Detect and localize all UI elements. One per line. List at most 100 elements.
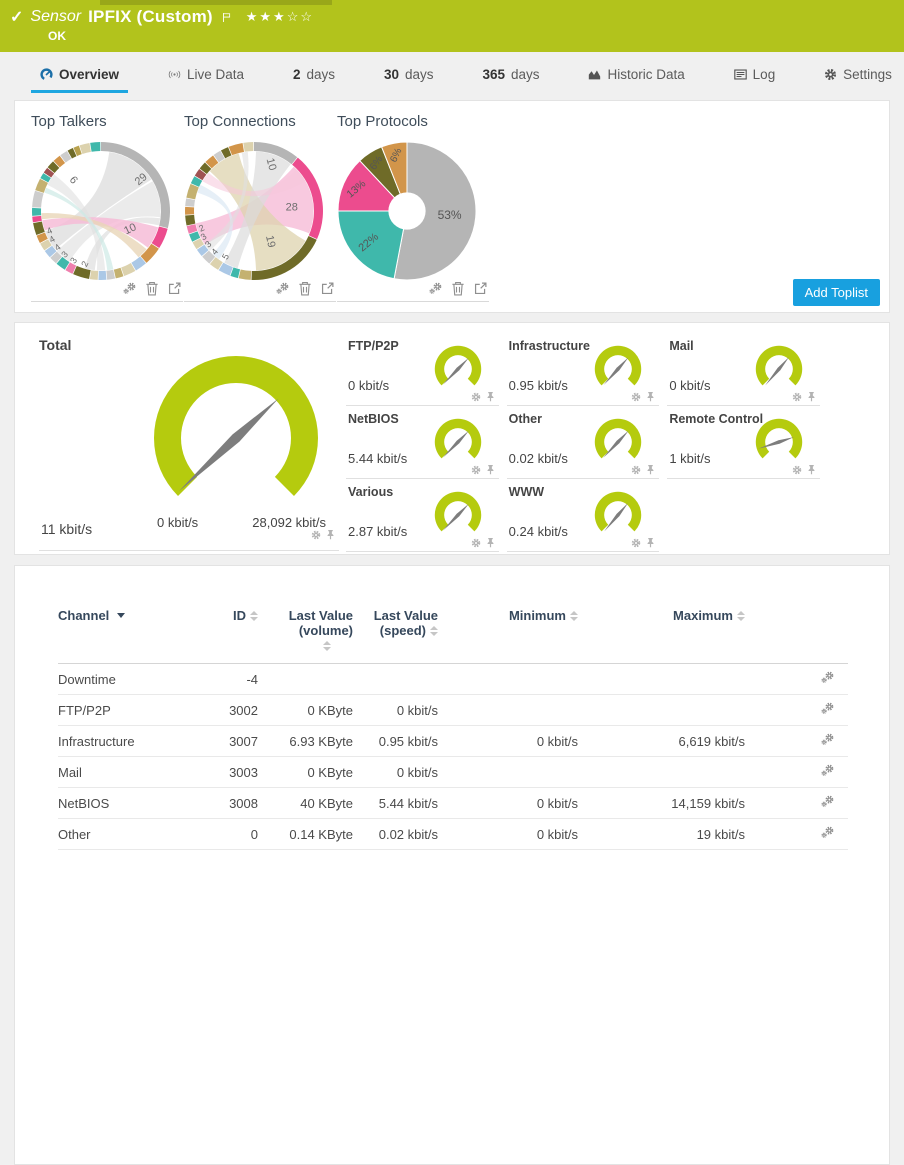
gear-icon[interactable]: [792, 392, 802, 402]
sensor-kind-label: Sensor: [30, 8, 82, 25]
pin-icon[interactable]: [646, 537, 655, 548]
tab-number: 30: [383, 66, 399, 82]
pin-icon[interactable]: [807, 391, 816, 402]
gauge-value: 0.95 kbit/s: [508, 378, 568, 393]
tab-historic-data[interactable]: Historic Data: [588, 52, 685, 96]
channel-gauge: [595, 418, 642, 459]
priority-stars[interactable]: ★★★☆☆: [246, 9, 314, 25]
gauge-scale-min: 0 kbit/s: [157, 515, 199, 530]
gauges-card: Total 0 kbit/s 28,092 kbit/s 11 kbit/s F…: [14, 322, 890, 555]
pin-icon[interactable]: [486, 537, 495, 548]
external-link-icon[interactable]: [168, 282, 181, 295]
column-header-channel[interactable]: Channel: [58, 606, 208, 664]
top-protocols-donut-chart[interactable]: 53%22%13%6% 6%: [337, 141, 477, 281]
toplist-panel-top-talkers: Top Talkers 29 6 10 2 3 3 4 4 4: [31, 113, 183, 302]
toplists-card: Top Talkers 29 6 10 2 3 3 4 4 4 Top Connections …: [14, 100, 890, 313]
historic-chart-icon: [588, 68, 601, 81]
gear-icon[interactable]: [631, 538, 641, 548]
pin-icon[interactable]: [646, 391, 655, 402]
trash-icon[interactable]: [451, 281, 465, 296]
column-header-minimum[interactable]: Minimum: [438, 606, 578, 664]
tab-overview[interactable]: Overview: [30, 52, 129, 96]
gauge-cell-ftp-p2p: FTP/P2P 0 kbit/s: [346, 333, 499, 406]
column-header-id[interactable]: ID: [208, 606, 258, 664]
gauge-title: Mail: [669, 339, 694, 353]
gauge-icon: [40, 68, 53, 81]
table-row-infrastructure[interactable]: Infrastructure 3007 6.93 KByte 0.95 kbit/s…: [58, 725, 848, 757]
gear-icon[interactable]: [471, 465, 481, 475]
table-row-netbios[interactable]: NetBIOS 3008 40 KByte 5.44 kbit/s 0 kbit/s…: [58, 787, 848, 819]
external-link-icon[interactable]: [321, 282, 334, 295]
svg-text:6: 6: [67, 174, 80, 186]
pin-icon[interactable]: [326, 529, 335, 540]
trash-icon[interactable]: [298, 281, 312, 296]
toplist-settings-icon[interactable]: [123, 282, 136, 295]
svg-text:53%: 53%: [438, 208, 462, 222]
channel-settings-icon[interactable]: [821, 795, 834, 808]
tab-label: Live Data: [186, 66, 245, 82]
channel-gauge: [755, 345, 803, 386]
top-connections-chord-chart[interactable]: 10281954332: [184, 141, 324, 281]
topbar-strip: [100, 0, 332, 5]
gear-icon[interactable]: [311, 530, 321, 540]
tab-label: days: [306, 66, 336, 82]
gauge-value: 0 kbit/s: [669, 378, 711, 393]
channel-gauge: [434, 418, 481, 459]
channel-settings-icon[interactable]: [821, 826, 834, 839]
tab-365-days[interactable]: 365 days: [482, 52, 539, 96]
tab-live-data[interactable]: Live Data: [168, 52, 244, 96]
channel-gauge: [755, 418, 803, 459]
gauge-cell-other: Other 0.02 kbit/s: [506, 406, 660, 479]
total-gauge-value: 11 kbit/s: [41, 521, 93, 537]
channel-gauge: [434, 491, 481, 532]
toplist-settings-icon[interactable]: [429, 282, 442, 295]
toplist-panel-top-protocols: Top Protocols 53% 22% 13% 6% 6%: [337, 113, 489, 302]
top-talkers-chord-chart[interactable]: 29610233444: [31, 141, 171, 281]
gauge-value: 0.24 kbit/s: [508, 524, 568, 539]
gear-icon[interactable]: [471, 538, 481, 548]
gear-icon[interactable]: [631, 465, 641, 475]
toplist-settings-icon[interactable]: [276, 282, 289, 295]
pin-icon[interactable]: [807, 464, 816, 475]
gear-icon[interactable]: [471, 392, 481, 402]
column-header-maximum[interactable]: Maximum: [578, 606, 745, 664]
table-row-ftp-p2p[interactable]: FTP/P2P 3002 0 KByte 0 kbit/s: [58, 694, 848, 726]
external-link-icon[interactable]: [474, 282, 487, 295]
gauge-cell-netbios: NetBIOS 5.44 kbit/s: [346, 406, 499, 479]
tab-log[interactable]: Log: [734, 52, 775, 96]
tab-2-days[interactable]: 2 days: [293, 52, 335, 96]
table-row-downtime[interactable]: Downtime -4: [58, 663, 848, 695]
tab-label: Settings: [843, 66, 892, 82]
tab-label: days: [510, 66, 540, 82]
svg-text:28: 28: [286, 202, 298, 214]
pin-icon[interactable]: [646, 464, 655, 475]
pin-icon[interactable]: [486, 464, 495, 475]
gear-icon[interactable]: [792, 465, 802, 475]
gauge-title: Infrastructure: [508, 339, 590, 353]
tab-settings[interactable]: Settings: [824, 52, 892, 96]
tab-number: 2: [292, 66, 301, 82]
channel-settings-icon[interactable]: [821, 671, 834, 684]
sort-arrows-icon: [737, 610, 745, 621]
sort-arrows-icon: [323, 641, 331, 651]
toplist-title: Top Talkers: [31, 113, 107, 130]
channel-settings-icon[interactable]: [821, 702, 834, 715]
channel-settings-icon[interactable]: [821, 733, 834, 746]
tab-30-days[interactable]: 30 days: [384, 52, 434, 96]
column-header-actions: [745, 606, 848, 664]
gear-icon[interactable]: [631, 392, 641, 402]
pin-icon[interactable]: [486, 391, 495, 402]
table-row-other[interactable]: Other 0 0.14 KByte 0.02 kbit/s 0 kbit/s 19 …: [58, 818, 848, 850]
column-header-last-value-volume[interactable]: Last Value (volume): [258, 606, 353, 664]
channel-gauge-grid: FTP/P2P 0 kbit/s Infrastructure 0.95 kbi…: [346, 333, 820, 552]
sort-arrows-icon: [430, 625, 438, 636]
channel-settings-icon[interactable]: [821, 764, 834, 777]
trash-icon[interactable]: [145, 281, 159, 296]
gauge-cell-empty: [667, 479, 820, 552]
gauge-cell-mail: Mail 0 kbit/s: [667, 333, 820, 406]
add-toplist-button[interactable]: Add Toplist: [792, 279, 880, 306]
gauge-value: 0 kbit/s: [348, 378, 390, 393]
column-header-last-value-speed[interactable]: Last Value (speed): [353, 606, 438, 664]
table-row-mail[interactable]: Mail 3003 0 KByte 0 kbit/s: [58, 756, 848, 788]
flag-icon[interactable]: [222, 12, 231, 23]
